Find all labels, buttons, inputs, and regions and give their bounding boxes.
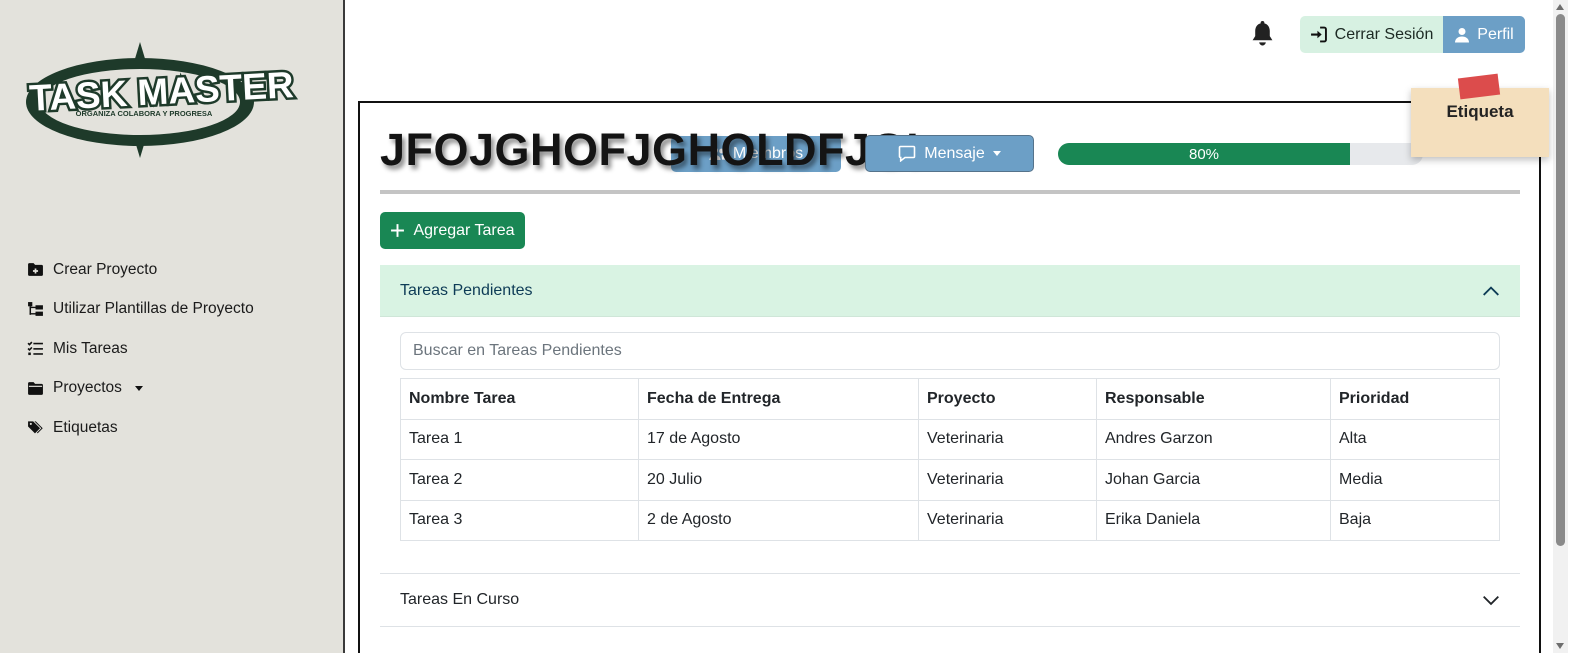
progress-label: 80%	[1188, 145, 1220, 163]
sidebar-item-label: Proyectos	[53, 379, 122, 397]
project-panel	[358, 101, 1541, 653]
svg-text:ORGANIZA COLABORA Y PROGRESA: ORGANIZA COLABORA Y PROGRESA	[76, 109, 213, 118]
sign-in-icon	[1310, 26, 1327, 43]
sidebar-item-crear-proyecto[interactable]: Crear Proyecto	[27, 250, 254, 290]
sidebar-item-plantillas[interactable]: Utilizar Plantillas de Proyecto	[27, 290, 254, 330]
chevron-up-icon	[1483, 285, 1499, 296]
table-cell: Tarea 2	[400, 459, 639, 501]
message-dropdown-button[interactable]: Mensaje	[865, 135, 1034, 172]
caret-down-icon	[992, 151, 1001, 156]
chat-icon	[898, 145, 916, 162]
folder-plus-icon	[28, 263, 43, 277]
table-row[interactable]: Tarea 1 17 de Agosto Veterinaria Andres …	[400, 418, 1500, 460]
sticky-pin	[1457, 73, 1501, 100]
table-cell: 20 Julio	[638, 459, 919, 501]
in-progress-tasks-accordion-header[interactable]: Tareas En Curso	[380, 573, 1520, 627]
pending-tasks-search-input[interactable]	[400, 332, 1500, 370]
table-cell: Erika Daniela	[1096, 499, 1331, 541]
sticky-label: Etiqueta	[1446, 102, 1514, 121]
scroll-up-arrow-icon[interactable]	[1556, 4, 1564, 10]
sidebar-item-proyectos[interactable]: Proyectos	[27, 369, 254, 409]
caret-down-icon	[134, 385, 143, 391]
list-check-icon	[27, 341, 43, 356]
scrollbar-thumb[interactable]	[1556, 14, 1565, 546]
table-cell: Veterinaria	[918, 499, 1097, 541]
tag-sticky-note[interactable]: Etiqueta	[1411, 73, 1549, 157]
table-header-row: Nombre Tarea Fecha de Entrega Proyecto R…	[400, 378, 1500, 420]
profile-label: Perfil	[1477, 25, 1514, 43]
column-header: Responsable	[1096, 378, 1331, 420]
table-cell: Andres Garzon	[1096, 418, 1331, 460]
table-cell: Veterinaria	[918, 459, 1097, 501]
table-cell: 2 de Agosto	[638, 499, 919, 541]
sidebar-item-label: Utilizar Plantillas de Proyecto	[53, 300, 254, 318]
sidebar-item-label: Etiquetas	[53, 418, 118, 436]
add-task-label: Agregar Tarea	[413, 221, 515, 239]
plus-icon	[391, 224, 405, 237]
table-row[interactable]: Tarea 2 20 Julio Veterinaria Johan Garci…	[400, 459, 1500, 501]
bell-icon[interactable]	[1250, 20, 1275, 48]
table-cell: Media	[1330, 459, 1500, 501]
table-cell: Veterinaria	[918, 418, 1097, 460]
sidebar: TASK MASTER ORGANIZA COLABORA Y PROGRESA…	[0, 0, 345, 653]
table-cell: Baja	[1330, 499, 1500, 541]
logout-button[interactable]: Cerrar Sesión	[1300, 16, 1443, 53]
pending-tasks-accordion-header[interactable]: Tareas Pendientes	[380, 265, 1520, 317]
message-label: Mensaje	[924, 144, 985, 162]
template-tree-icon	[28, 301, 43, 316]
table-cell: Tarea 1	[400, 418, 639, 460]
in-progress-tasks-title: Tareas En Curso	[400, 591, 520, 608]
column-header: Fecha de Entrega	[638, 378, 919, 420]
logout-label: Cerrar Sesión	[1334, 25, 1434, 43]
page-scrollbar[interactable]	[1553, 0, 1568, 653]
tags-icon	[28, 421, 43, 434]
table-row[interactable]: Tarea 3 2 de Agosto Veterinaria Erika Da…	[400, 499, 1500, 541]
table-cell: Johan Garcia	[1096, 459, 1331, 501]
column-header: Proyecto	[918, 378, 1097, 420]
column-header: Nombre Tarea	[400, 378, 639, 420]
title-divider	[380, 190, 1520, 194]
project-progress-bar: 80%	[1058, 143, 1423, 165]
sidebar-item-mis-tareas[interactable]: Mis Tareas	[27, 329, 254, 369]
sidebar-nav: Crear Proyecto Utilizar Plantillas de Pr…	[27, 250, 254, 448]
table-cell: 17 de Agosto	[638, 418, 919, 460]
add-task-button[interactable]: Agregar Tarea	[380, 212, 525, 249]
pending-tasks-table: Nombre Tarea Fecha de Entrega Proyecto R…	[400, 378, 1500, 541]
profile-button[interactable]: Perfil	[1443, 16, 1525, 53]
column-header: Prioridad	[1330, 378, 1500, 420]
folder-icon	[28, 381, 43, 395]
sidebar-item-label: Crear Proyecto	[53, 260, 158, 278]
table-cell: Alta	[1330, 418, 1500, 460]
pending-tasks-title: Tareas Pendientes	[400, 281, 533, 299]
project-title: JFOJGHOFJGHOLDFJGI	[380, 124, 920, 175]
progress-fill: 80%	[1058, 143, 1350, 165]
chevron-down-icon	[1483, 595, 1499, 606]
user-icon	[1455, 27, 1470, 42]
task-master-logo[interactable]: TASK MASTER ORGANIZA COLABORA Y PROGRESA	[22, 42, 302, 160]
sidebar-item-label: Mis Tareas	[53, 339, 128, 357]
table-cell: Tarea 3	[400, 499, 639, 541]
scroll-down-arrow-icon[interactable]	[1556, 643, 1564, 649]
sidebar-item-etiquetas[interactable]: Etiquetas	[27, 408, 254, 448]
